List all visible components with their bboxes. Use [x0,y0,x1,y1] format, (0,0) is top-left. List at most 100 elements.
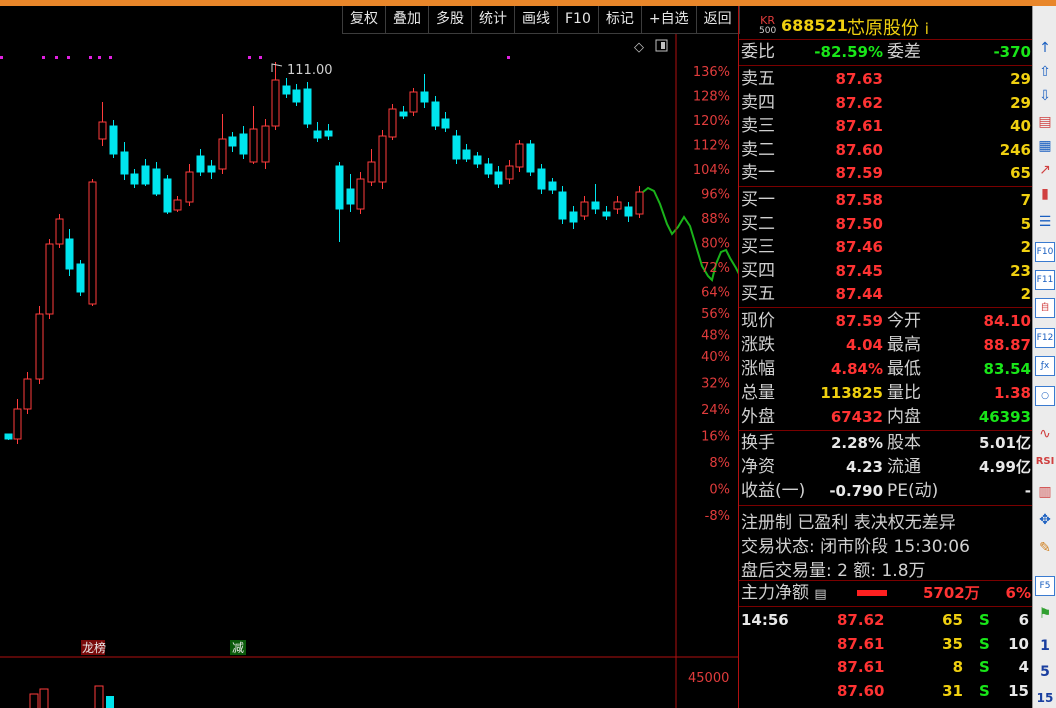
candle-body [141,165,150,185]
main-force-row[interactable]: 主力净额 ▤ 5702万 6% [739,582,1033,605]
level-label: 卖一 [741,163,775,184]
quote-panel: KR 500 688521 芯原股份 i 委比 -82.59% 委差 -370 … [738,6,1033,708]
tick-price: 87.60 [837,681,885,700]
ask-level[interactable]: 卖一 87.59 65 [739,162,1033,185]
candle-body [624,206,633,217]
ask-level[interactable]: 卖四 87.62 29 [739,92,1033,115]
candle-body [335,165,344,210]
candle-body [282,85,291,95]
bid-level[interactable]: 买一 87.58 7 [739,189,1033,212]
ask-level[interactable]: 卖二 87.60 246 [739,139,1033,162]
f10-button[interactable]: F10 [558,6,599,34]
pen-icon[interactable]: ✎ [1035,538,1055,558]
cylinder-icon[interactable]: ▥ [1035,482,1055,502]
bid-level[interactable]: 买五 87.44 2 [739,283,1033,306]
f12-icon[interactable]: F12 [1035,328,1055,348]
f10-icon[interactable]: F10 [1035,242,1055,262]
tick-price: 87.61 [837,634,885,653]
stat-value: 88.87 [983,336,1031,354]
candle-body [388,108,397,138]
bid-level[interactable]: 买二 87.50 5 [739,213,1033,236]
level-price: 87.61 [835,117,883,136]
f5-icon[interactable]: F5 [1035,576,1055,596]
weicha-value: -370 [993,43,1031,61]
candle-body [420,91,429,103]
f11-icon[interactable]: F11 [1035,270,1055,290]
level-volume: 29 [1010,70,1031,88]
candle-body [452,135,461,160]
add-watchlist-button[interactable]: +自选 [641,6,697,34]
level-volume: 29 [1010,93,1031,112]
formula-icon[interactable]: ƒx [1035,356,1055,376]
kline-chart[interactable]: 111.00 ◇ 136% 128% 120% 112% 104% 96% 88% 80% 72… [0,34,738,708]
y-axis-tick: 40% [701,350,730,365]
fundamental-value: 4.99亿 [978,458,1031,476]
wave-icon[interactable]: ∿ [1035,424,1055,444]
tick-row: 87.60 31 S 15 [739,680,1033,703]
divider [739,505,1033,506]
circle-icon[interactable]: ○ [1035,386,1055,406]
page-up-icon[interactable]: ⇧ [1035,62,1055,82]
report-icon[interactable]: ▤ [1035,112,1055,132]
arrow-up-icon[interactable]: ↑ [1035,38,1055,58]
stock-name[interactable]: 芯原股份 i [847,14,929,40]
rsi-icon[interactable]: RSI [1035,452,1055,472]
stat-label: 涨幅 [741,359,775,379]
divider [739,307,1033,308]
candle-body [484,163,493,175]
flag-icon[interactable]: ⚑ [1035,604,1055,624]
overlay-button[interactable]: 叠加 [386,6,429,34]
candle-body [526,143,535,173]
ask-level[interactable]: 卖五 87.63 29 [739,68,1033,91]
candle-body [45,243,54,315]
level-volume: 246 [999,140,1031,159]
back-button[interactable]: 返回 [696,6,740,34]
stock-code: 688521 [781,16,848,35]
tick-volume: 8 [952,658,963,676]
y-axis-tick: 88% [701,212,730,227]
period-15-button[interactable]: 15 [1035,688,1055,708]
period-1-button[interactable]: 1 [1035,636,1055,656]
candle-body [367,161,376,183]
draw-line-button[interactable]: 画线 [515,6,558,34]
stat-value: 4.04 [845,336,883,354]
ask-level[interactable]: 卖三 87.61 40 [739,115,1033,138]
stat-value: 113825 [820,384,883,402]
mark-button[interactable]: 标记 [598,6,642,34]
trend-chart-icon[interactable]: ↗ [1035,160,1055,180]
list-icon: ▤ [814,587,827,602]
tag-jian[interactable]: 减 [230,640,246,655]
level-price: 87.44 [835,285,883,304]
table-icon[interactable]: ▦ [1035,136,1055,156]
candle-body [303,88,312,125]
main-force-label: 主力净额 ▤ [741,583,827,603]
diamond-icon[interactable]: ◇ [634,40,644,55]
period-5-button[interactable]: 5 [1035,662,1055,682]
candle-body [173,199,182,211]
kline-icon[interactable]: ▮ [1035,184,1055,204]
stat-label: 最低 [887,359,921,379]
notes-icon[interactable]: 自 [1035,298,1055,318]
info-icon[interactable]: i [925,20,929,38]
candle-body [196,155,205,173]
fundamental-value: -0.790 [829,482,883,500]
after-hours-info: 盘后交易量: 2 额: 1.8万 [741,561,926,581]
level-volume: 7 [1020,191,1031,209]
chart-corner-icons: ◇ [634,39,668,55]
tag-lhb[interactable]: 龙榜 [81,640,106,655]
move-icon[interactable]: ✥ [1035,510,1055,530]
bid-level[interactable]: 买四 87.45 23 [739,260,1033,283]
page-down-icon[interactable]: ⇩ [1035,86,1055,106]
high-marker-label: 111.00 [287,63,333,78]
stat-label: 涨跌 [741,335,775,355]
statistics-button[interactable]: 统计 [472,6,515,34]
y-axis-tick: 48% [701,329,730,344]
stat-label: 今开 [887,311,921,331]
stat-label: 内盘 [887,407,921,427]
bid-level[interactable]: 买三 87.46 2 [739,236,1033,259]
list-view-icon[interactable]: ☰ [1035,212,1055,232]
volume-bar [29,693,39,708]
restore-rights-button[interactable]: 复权 [342,6,386,34]
candle-body [548,181,557,191]
multi-stock-button[interactable]: 多股 [429,6,472,34]
